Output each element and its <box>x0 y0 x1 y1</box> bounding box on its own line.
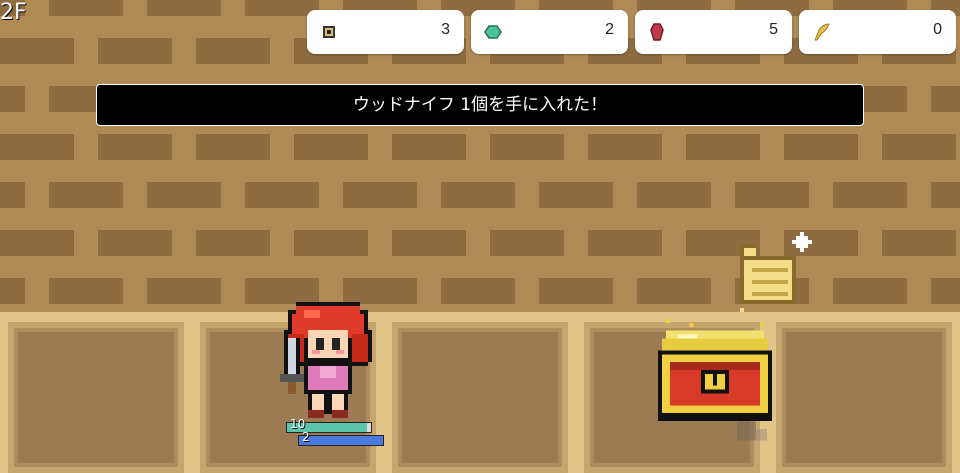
floor-indicator: 2F <box>0 0 27 25</box>
brick <box>147 0 221 16</box>
green-gem-count: 2 <box>605 21 614 38</box>
brick <box>98 38 172 64</box>
red-gem-icon <box>650 23 664 41</box>
thumbs-up-icon <box>740 232 812 312</box>
brick <box>441 278 515 304</box>
brick <box>98 230 172 256</box>
brick <box>0 38 74 64</box>
brick <box>343 182 417 208</box>
hp-value: 10 <box>290 417 306 431</box>
brick <box>49 278 123 304</box>
resource-coin: 3 <box>307 10 464 54</box>
brick <box>294 134 368 160</box>
brick <box>882 134 956 160</box>
brick <box>0 86 25 112</box>
mp-bar-fill <box>299 436 383 445</box>
feather-count: 0 <box>933 21 942 38</box>
brick <box>931 86 960 112</box>
game-stage[interactable]: 2F 3 2 5 0 ウッドナイフ 1個を手に入れた！ 10 2 <box>0 0 960 473</box>
feather-icon <box>814 23 830 41</box>
brick <box>588 230 662 256</box>
resource-red-gem: 5 <box>635 10 792 54</box>
brick <box>98 134 172 160</box>
brick <box>735 182 809 208</box>
message-banner: ウッドナイフ 1個を手に入れた！ <box>96 84 864 126</box>
coin-count: 3 <box>441 21 450 38</box>
brick <box>147 182 221 208</box>
brick <box>196 230 270 256</box>
brick <box>0 134 74 160</box>
brick <box>0 278 25 304</box>
brick <box>490 230 564 256</box>
brick <box>49 0 123 16</box>
brick <box>882 230 956 256</box>
hero-character[interactable] <box>272 298 384 422</box>
green-gem-icon <box>484 25 502 39</box>
resource-feather: 0 <box>799 10 956 54</box>
brick <box>245 182 319 208</box>
brick <box>931 182 960 208</box>
brick <box>196 134 270 160</box>
brick <box>588 134 662 160</box>
brick <box>392 134 466 160</box>
brick <box>392 230 466 256</box>
mp-value: 2 <box>302 430 310 444</box>
coin-icon <box>323 26 335 38</box>
brick <box>637 278 711 304</box>
brick <box>784 134 858 160</box>
floor <box>0 312 960 473</box>
floor-tile <box>392 322 568 473</box>
brick <box>686 134 760 160</box>
red-gem-count: 5 <box>769 21 778 38</box>
brick <box>196 38 270 64</box>
brick <box>539 182 613 208</box>
floor-tile <box>8 322 184 473</box>
brick <box>441 182 515 208</box>
brick <box>0 182 25 208</box>
brick <box>539 278 613 304</box>
treasure-chest[interactable] <box>658 318 772 422</box>
brick <box>931 278 960 304</box>
mp-bar <box>298 435 384 446</box>
brick <box>147 278 221 304</box>
brick <box>833 278 907 304</box>
resource-green-gem: 2 <box>471 10 628 54</box>
brick <box>294 230 368 256</box>
brick <box>0 230 74 256</box>
floor-tile <box>776 322 952 473</box>
brick <box>49 182 123 208</box>
shadow-sprite <box>736 421 768 441</box>
brick <box>490 134 564 160</box>
brick <box>833 182 907 208</box>
brick <box>637 182 711 208</box>
